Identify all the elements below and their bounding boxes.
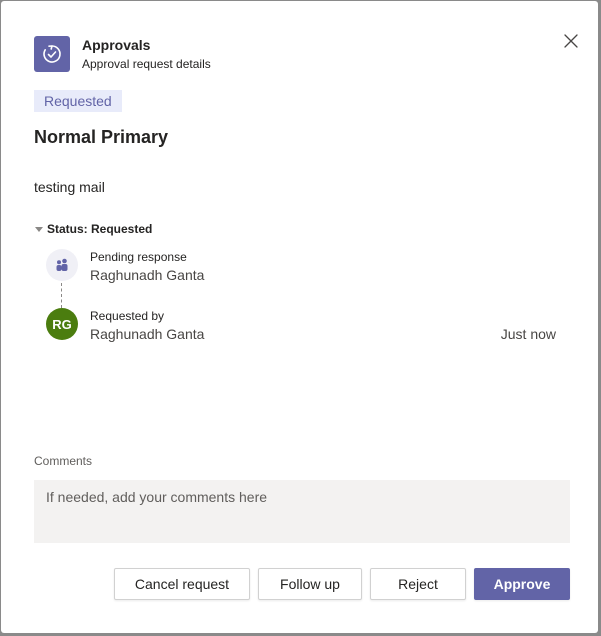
reject-button[interactable]: Reject <box>370 568 466 600</box>
avatar: RG <box>46 308 78 340</box>
follow-up-button[interactable]: Follow up <box>258 568 362 600</box>
timeline-name-pending: Raghunadh Ganta <box>90 267 205 283</box>
status-badge: Requested <box>34 90 122 112</box>
caret-down-icon <box>35 227 43 232</box>
status-section-toggle[interactable]: Status: Requested <box>34 222 152 236</box>
timeline-name-requested: Raghunadh Ganta <box>90 326 205 342</box>
approval-details-dialog: Approvals Approval request details Reque… <box>1 1 598 633</box>
close-icon <box>564 34 578 48</box>
approve-button[interactable]: Approve <box>474 568 570 600</box>
cancel-request-button[interactable]: Cancel request <box>114 568 250 600</box>
comments-label: Comments <box>34 454 93 468</box>
timeline-caption-pending: Pending response <box>90 250 187 264</box>
status-label: Status: Requested <box>47 222 153 236</box>
people-icon <box>46 249 78 281</box>
approvals-icon <box>34 36 70 72</box>
timeline-timestamp: Just now <box>500 326 556 342</box>
request-details: testing mail <box>34 179 105 195</box>
request-title: Normal Primary <box>34 127 169 147</box>
comments-input[interactable] <box>34 480 570 543</box>
timeline-connector <box>61 283 62 308</box>
app-title: Approvals <box>82 37 151 53</box>
close-button[interactable] <box>561 31 581 51</box>
app-subtitle: Approval request details <box>82 57 211 71</box>
timeline-caption-requested: Requested by <box>90 309 165 323</box>
